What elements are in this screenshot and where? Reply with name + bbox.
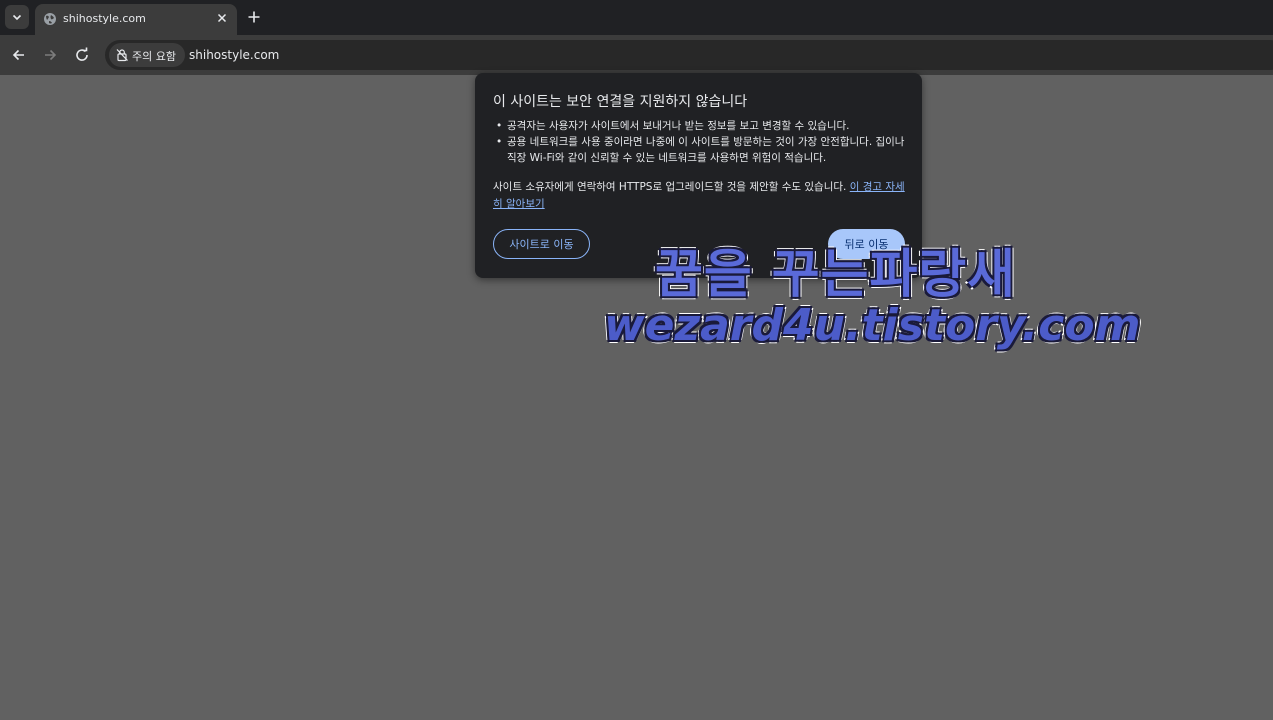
not-secure-lock-icon (116, 49, 128, 62)
tab-search-button[interactable] (5, 5, 29, 29)
forward-arrow-icon[interactable] (41, 46, 59, 64)
toolbar: 주의 요함 shihostyle.com (0, 35, 1273, 75)
globe-icon (44, 13, 56, 25)
tab-title: shihostyle.com (63, 12, 146, 25)
https-suggestion-text: 사이트 소유자에게 연락하여 HTTPS로 업그레이드할 것을 제안할 수도 있… (493, 181, 850, 193)
watermark-url: wezard4u.tistory.com (604, 300, 1141, 351)
security-chip[interactable]: 주의 요함 (109, 43, 185, 67)
close-icon[interactable] (215, 11, 229, 25)
reload-icon[interactable] (73, 46, 91, 64)
go-to-site-button[interactable]: 사이트로 이동 (493, 229, 590, 259)
https-suggestion: 사이트 소유자에게 연락하여 HTTPS로 업그레이드할 것을 제안할 수도 있… (493, 179, 908, 213)
address-bar[interactable]: 주의 요함 shihostyle.com (105, 40, 1273, 70)
tab-strip: shihostyle.com (0, 0, 1273, 35)
popup-title: 이 사이트는 보안 연결을 지원하지 않습니다 (493, 94, 748, 110)
back-arrow-icon[interactable] (10, 46, 28, 64)
watermark-title: 꿈을 꾸는파랑새 (655, 245, 1016, 305)
url-text[interactable]: shihostyle.com (189, 48, 279, 62)
security-chip-label: 주의 요함 (132, 50, 176, 63)
warning-item: 공용 네트워크를 사용 중이라면 나중에 이 사이트를 방문하는 것이 가장 안… (493, 134, 913, 166)
new-tab-icon[interactable] (246, 9, 262, 25)
warning-item: 공격자는 사용자가 사이트에서 보내거나 받는 정보를 보고 변경할 수 있습니… (493, 118, 913, 134)
chevron-down-icon (12, 14, 22, 21)
warning-list: 공격자는 사용자가 사이트에서 보내거나 받는 정보를 보고 변경할 수 있습니… (493, 118, 913, 166)
tab-shihostyle[interactable]: shihostyle.com (35, 4, 237, 35)
